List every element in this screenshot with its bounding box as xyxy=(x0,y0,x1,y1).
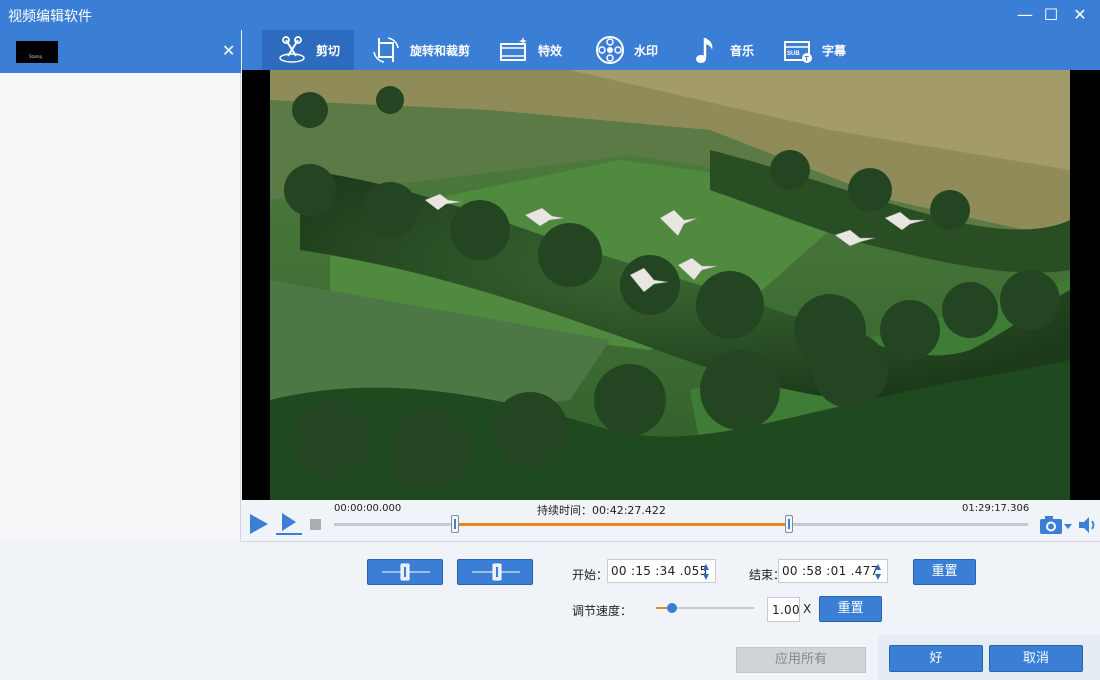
remove-clip-button[interactable]: ✕ xyxy=(222,41,235,60)
video-frame xyxy=(270,70,1070,500)
clip-list-panel: Stamp ✕ xyxy=(0,30,241,542)
music-note-icon xyxy=(696,38,713,63)
timeline-end-handle[interactable] xyxy=(785,515,794,533)
clip-thumbnail: Stamp xyxy=(16,41,58,63)
volume-icon[interactable] xyxy=(1078,516,1098,534)
timeline-selection xyxy=(455,523,790,526)
timeline-panel: 00:00:00.000 持续时间：00:42:27.422 01:29:17.… xyxy=(242,500,1100,542)
svg-text:SUB: SUB xyxy=(787,51,800,57)
timeline-start-handle[interactable] xyxy=(451,515,460,533)
start-time-down-arrow[interactable]: ▼ xyxy=(701,573,711,581)
effects-icon xyxy=(500,37,527,61)
end-time-value: 00 :58 :01 .477 xyxy=(782,564,879,578)
video-preview-area xyxy=(242,70,1100,500)
end-marker-icon xyxy=(472,563,520,581)
timeline-track[interactable] xyxy=(334,523,1028,526)
timeline-duration: 持续时间：00:42:27.422 xyxy=(537,502,666,518)
tab-subtitle[interactable]: T SUB 字幕 xyxy=(782,30,864,70)
tab-rotate-crop[interactable]: 旋转和裁剪 xyxy=(370,30,490,70)
minimize-button[interactable]: — xyxy=(1014,4,1036,26)
tab-subtitle-label: 字幕 xyxy=(822,43,847,58)
maximize-button[interactable]: ☐ xyxy=(1040,4,1062,26)
start-time-value: 00 :15 :34 .055 xyxy=(611,564,708,578)
tab-watermark[interactable]: 水印 xyxy=(594,30,676,70)
crop-rotate-icon xyxy=(373,37,399,63)
tab-cut-label: 剪切 xyxy=(316,43,341,58)
play-selection-icon[interactable] xyxy=(276,513,302,535)
cancel-button[interactable]: 取消 xyxy=(989,645,1083,672)
subtitle-icon: T SUB xyxy=(784,41,812,63)
stop-icon[interactable] xyxy=(310,519,321,530)
duration-label: 持续时间： xyxy=(537,504,592,517)
scissors-icon xyxy=(279,36,305,63)
svg-text:T: T xyxy=(805,56,810,63)
tab-cut[interactable]: 剪切 xyxy=(262,30,354,70)
close-window-button[interactable]: ✕ xyxy=(1069,4,1091,26)
end-time-field[interactable]: 00 :58 :01 .477 ▲ ▼ xyxy=(778,559,888,583)
set-start-marker-button[interactable] xyxy=(367,559,443,585)
tab-rotate-crop-label: 旋转和裁剪 xyxy=(410,43,471,58)
tab-watermark-label: 水印 xyxy=(634,43,659,58)
title-bar: 视频编辑软件 — ☐ ✕ xyxy=(0,0,1100,30)
start-time-up-arrow[interactable]: ▲ xyxy=(701,563,711,571)
timeline-start-time: 00:00:00.000 xyxy=(334,503,402,514)
video-frame-image xyxy=(270,70,1070,500)
watermark-icon xyxy=(596,36,624,64)
speed-slider-knob[interactable] xyxy=(666,603,677,613)
start-time-field[interactable]: 00 :15 :34 .055 ▲ ▼ xyxy=(607,559,716,583)
snapshot-camera-icon[interactable] xyxy=(1039,514,1073,536)
start-time-label: 开始： xyxy=(572,568,609,582)
tab-music-label: 音乐 xyxy=(730,43,755,58)
ok-button[interactable]: 好 xyxy=(889,645,983,672)
end-time-down-arrow[interactable]: ▼ xyxy=(873,573,883,581)
timeline-end-time: 01:29:17.306 xyxy=(962,503,1030,514)
clip-list-item[interactable]: Stamp ✕ xyxy=(0,30,241,73)
duration-value: 00:42:27.422 xyxy=(592,504,666,517)
speed-value: 1.00 xyxy=(772,603,800,617)
end-time-up-arrow[interactable]: ▲ xyxy=(873,563,883,571)
tab-effects-label: 特效 xyxy=(538,43,563,58)
set-end-marker-button[interactable] xyxy=(457,559,533,585)
speed-label: 调节速度： xyxy=(572,604,633,618)
window-title: 视频编辑软件 xyxy=(8,9,92,25)
clip-thumbnail-text: Stamp xyxy=(29,54,42,59)
reset-speed-button[interactable]: 重置 xyxy=(819,596,882,622)
edit-tab-bar: 剪切 旋转和裁剪 特效 水印 音乐 T SUB 字幕 xyxy=(242,30,1100,70)
speed-unit: X xyxy=(803,602,812,616)
speed-value-field[interactable]: 1.00 xyxy=(767,597,800,622)
reset-trim-button[interactable]: 重置 xyxy=(913,559,976,585)
apply-all-button[interactable]: 应用所有 xyxy=(736,647,866,673)
start-marker-icon xyxy=(382,563,430,581)
tab-effects[interactable]: 特效 xyxy=(498,30,580,70)
tab-music[interactable]: 音乐 xyxy=(690,30,772,70)
play-icon[interactable] xyxy=(250,514,268,534)
